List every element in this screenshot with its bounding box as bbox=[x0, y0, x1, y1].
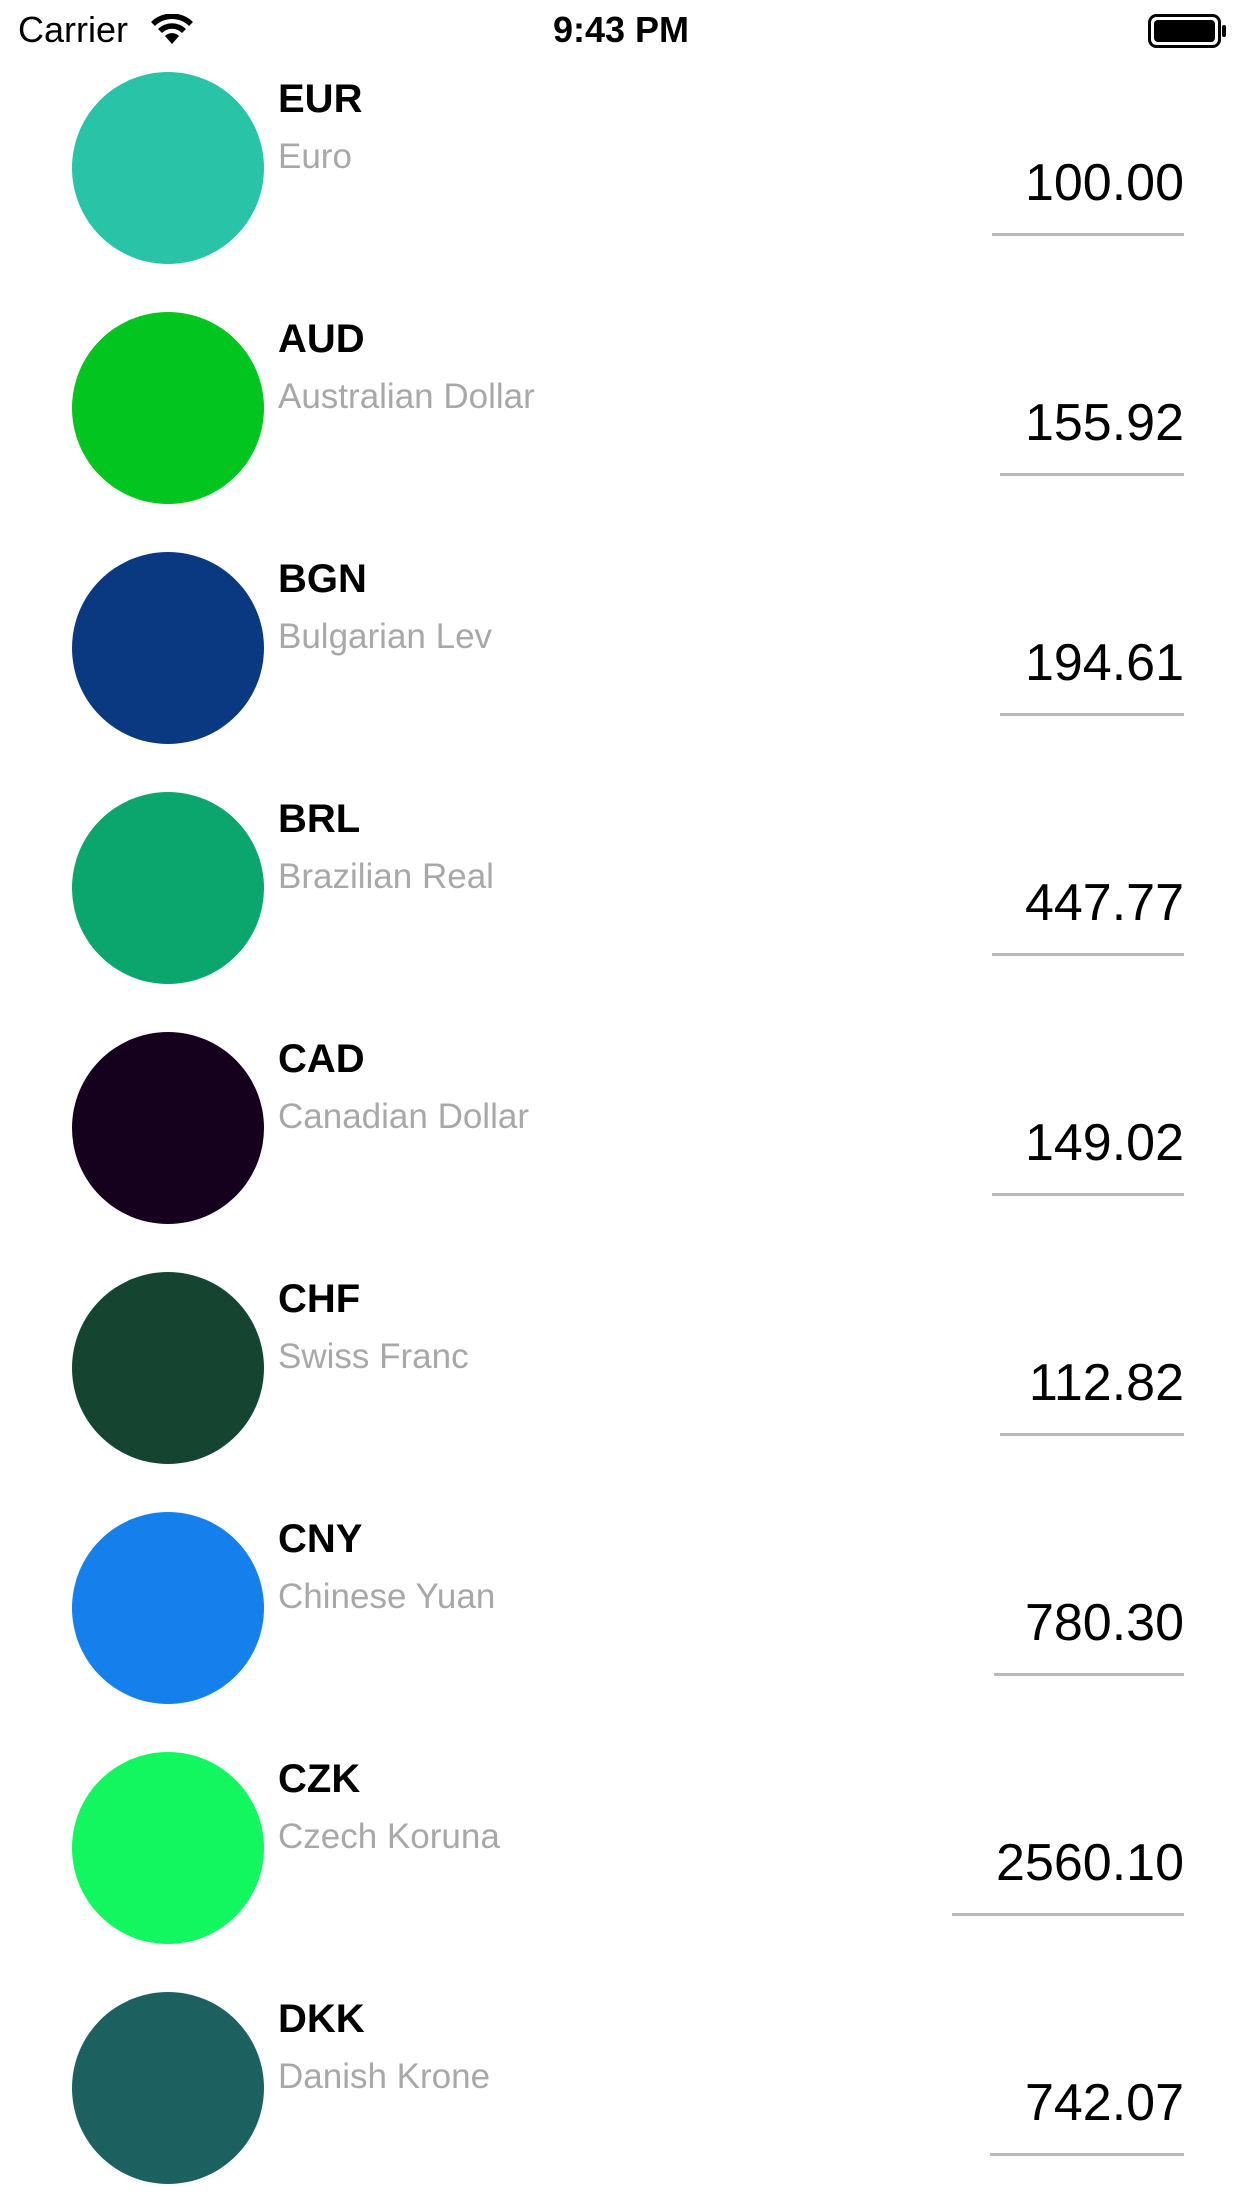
currency-row-cny[interactable]: CNY Chinese Yuan bbox=[0, 1440, 1242, 1704]
currency-code: AUD bbox=[278, 317, 365, 361]
currency-flag-icon bbox=[72, 792, 264, 984]
currency-flag-icon bbox=[72, 312, 264, 504]
currency-flag-icon bbox=[72, 1272, 264, 1464]
currency-row-eur[interactable]: EUR Euro bbox=[0, 0, 1242, 264]
currency-code: CNY bbox=[278, 1517, 363, 1561]
currency-row-aud[interactable]: AUD Australian Dollar bbox=[0, 240, 1242, 504]
currency-name: Danish Krone bbox=[278, 2057, 491, 2096]
currency-code: DKK bbox=[278, 1997, 365, 2041]
currency-flag-icon bbox=[72, 72, 264, 264]
amount-input[interactable] bbox=[990, 2063, 1184, 2156]
currency-flag-icon bbox=[72, 1992, 264, 2184]
currency-code: CAD bbox=[278, 1037, 365, 1081]
currency-row-brl[interactable]: BRL Brazilian Real bbox=[0, 720, 1242, 984]
currency-row-chf[interactable]: CHF Swiss Franc bbox=[0, 1200, 1242, 1464]
currency-name: Brazilian Real bbox=[278, 857, 494, 896]
currency-flag-icon bbox=[72, 1752, 264, 1944]
currency-row-dkk[interactable]: DKK Danish Krone bbox=[0, 1920, 1242, 2184]
amount-input[interactable] bbox=[1000, 623, 1184, 716]
currency-name: Chinese Yuan bbox=[278, 1577, 496, 1616]
currency-name: Euro bbox=[278, 137, 352, 176]
amount-input[interactable] bbox=[994, 1583, 1184, 1676]
currency-flag-icon bbox=[72, 1512, 264, 1704]
currency-list: EUR Euro AUD Australian Dollar BGN Bulga… bbox=[0, 0, 1242, 2208]
amount-input[interactable] bbox=[1000, 1343, 1184, 1436]
amount-input[interactable] bbox=[992, 863, 1184, 956]
currency-name: Canadian Dollar bbox=[278, 1097, 529, 1136]
currency-row-czk[interactable]: CZK Czech Koruna bbox=[0, 1680, 1242, 1944]
currency-name: Australian Dollar bbox=[278, 377, 535, 416]
currency-row-cad[interactable]: CAD Canadian Dollar bbox=[0, 960, 1242, 1224]
currency-code: EUR bbox=[278, 77, 363, 121]
currency-code: BGN bbox=[278, 557, 367, 601]
currency-name: Bulgarian Lev bbox=[278, 617, 493, 656]
amount-input[interactable] bbox=[992, 1103, 1184, 1196]
currency-row-bgn[interactable]: BGN Bulgarian Lev bbox=[0, 480, 1242, 744]
currency-flag-icon bbox=[72, 552, 264, 744]
amount-input[interactable] bbox=[1000, 383, 1184, 476]
currency-flag-icon bbox=[72, 1032, 264, 1224]
amount-input[interactable] bbox=[992, 143, 1184, 236]
currency-code: BRL bbox=[278, 797, 361, 841]
currency-code: CHF bbox=[278, 1277, 361, 1321]
currency-code: CZK bbox=[278, 1757, 361, 1801]
currency-name: Swiss Franc bbox=[278, 1337, 469, 1376]
amount-input[interactable] bbox=[952, 1823, 1184, 1916]
currency-name: Czech Koruna bbox=[278, 1817, 500, 1856]
